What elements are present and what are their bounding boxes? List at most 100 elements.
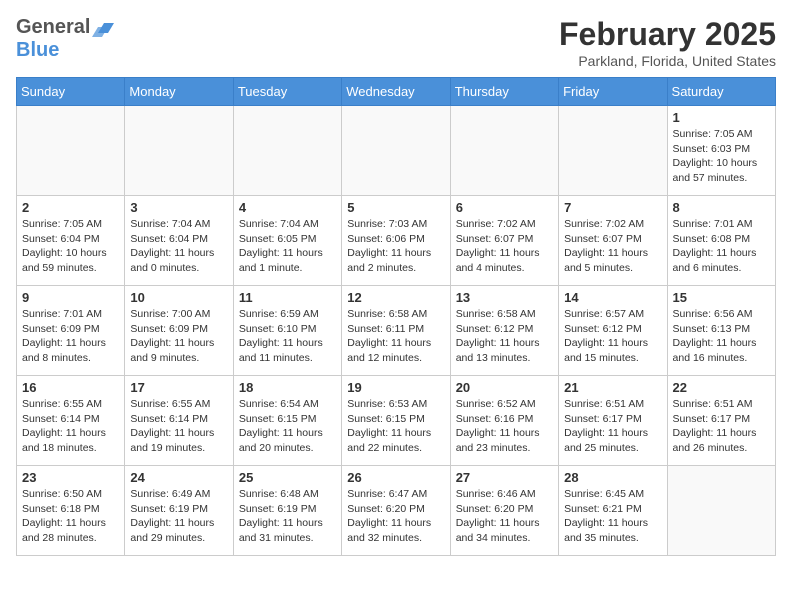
calendar-cell: 13 Sunrise: 6:58 AMSunset: 6:12 PMDayligh… xyxy=(450,286,558,376)
day-info: Sunrise: 6:52 AMSunset: 6:16 PMDaylight:… xyxy=(456,397,553,456)
calendar-cell: 4 Sunrise: 7:04 AMSunset: 6:05 PMDaylight… xyxy=(233,196,341,286)
day-header-monday: Monday xyxy=(125,78,233,106)
day-number: 3 xyxy=(130,200,227,215)
day-number: 24 xyxy=(130,470,227,485)
calendar-cell xyxy=(125,106,233,196)
day-number: 20 xyxy=(456,380,553,395)
logo-general: General xyxy=(16,16,90,39)
calendar-cell: 22 Sunrise: 6:51 AMSunset: 6:17 PMDayligh… xyxy=(667,376,775,466)
day-number: 26 xyxy=(347,470,444,485)
day-info: Sunrise: 6:51 AMSunset: 6:17 PMDaylight:… xyxy=(564,397,661,456)
day-info: Sunrise: 7:00 AMSunset: 6:09 PMDaylight:… xyxy=(130,307,227,366)
day-number: 8 xyxy=(673,200,770,215)
calendar-cell xyxy=(450,106,558,196)
day-number: 25 xyxy=(239,470,336,485)
day-info: Sunrise: 6:51 AMSunset: 6:17 PMDaylight:… xyxy=(673,397,770,456)
calendar-cell: 18 Sunrise: 6:54 AMSunset: 6:15 PMDayligh… xyxy=(233,376,341,466)
day-info: Sunrise: 7:01 AMSunset: 6:09 PMDaylight:… xyxy=(22,307,119,366)
day-number: 2 xyxy=(22,200,119,215)
calendar-header-row: SundayMondayTuesdayWednesdayThursdayFrid… xyxy=(17,78,776,106)
day-info: Sunrise: 6:45 AMSunset: 6:21 PMDaylight:… xyxy=(564,487,661,546)
logo-icon xyxy=(92,15,114,37)
day-info: Sunrise: 6:47 AMSunset: 6:20 PMDaylight:… xyxy=(347,487,444,546)
calendar-cell: 3 Sunrise: 7:04 AMSunset: 6:04 PMDaylight… xyxy=(125,196,233,286)
day-number: 5 xyxy=(347,200,444,215)
calendar-week-5: 23 Sunrise: 6:50 AMSunset: 6:18 PMDayligh… xyxy=(17,466,776,556)
day-number: 1 xyxy=(673,110,770,125)
day-number: 28 xyxy=(564,470,661,485)
day-info: Sunrise: 6:49 AMSunset: 6:19 PMDaylight:… xyxy=(130,487,227,546)
calendar-cell: 28 Sunrise: 6:45 AMSunset: 6:21 PMDayligh… xyxy=(559,466,667,556)
day-number: 13 xyxy=(456,290,553,305)
calendar-week-3: 9 Sunrise: 7:01 AMSunset: 6:09 PMDaylight… xyxy=(17,286,776,376)
day-info: Sunrise: 6:58 AMSunset: 6:12 PMDaylight:… xyxy=(456,307,553,366)
day-number: 27 xyxy=(456,470,553,485)
day-info: Sunrise: 6:50 AMSunset: 6:18 PMDaylight:… xyxy=(22,487,119,546)
day-number: 23 xyxy=(22,470,119,485)
day-info: Sunrise: 7:04 AMSunset: 6:05 PMDaylight:… xyxy=(239,217,336,276)
day-number: 4 xyxy=(239,200,336,215)
calendar-week-1: 1 Sunrise: 7:05 AMSunset: 6:03 PMDaylight… xyxy=(17,106,776,196)
day-number: 19 xyxy=(347,380,444,395)
day-info: Sunrise: 7:04 AMSunset: 6:04 PMDaylight:… xyxy=(130,217,227,276)
day-header-wednesday: Wednesday xyxy=(342,78,450,106)
day-number: 22 xyxy=(673,380,770,395)
calendar-cell: 6Sunrise: 7:02 AMSunset: 6:07 PMDaylight… xyxy=(450,196,558,286)
day-header-tuesday: Tuesday xyxy=(233,78,341,106)
calendar-cell: 17 Sunrise: 6:55 AMSunset: 6:14 PMDayligh… xyxy=(125,376,233,466)
day-info: Sunrise: 6:57 AMSunset: 6:12 PMDaylight:… xyxy=(564,307,661,366)
day-info: Sunrise: 6:48 AMSunset: 6:19 PMDaylight:… xyxy=(239,487,336,546)
calendar-cell: 21 Sunrise: 6:51 AMSunset: 6:17 PMDayligh… xyxy=(559,376,667,466)
calendar-cell xyxy=(559,106,667,196)
day-info: Sunrise: 7:05 AMSunset: 6:03 PMDaylight:… xyxy=(673,127,770,186)
calendar-cell: 8 Sunrise: 7:01 AMSunset: 6:08 PMDaylight… xyxy=(667,196,775,286)
calendar-cell: 11 Sunrise: 6:59 AMSunset: 6:10 PMDayligh… xyxy=(233,286,341,376)
calendar-cell: 15 Sunrise: 6:56 AMSunset: 6:13 PMDayligh… xyxy=(667,286,775,376)
day-number: 15 xyxy=(673,290,770,305)
calendar-cell xyxy=(667,466,775,556)
day-info: Sunrise: 6:56 AMSunset: 6:13 PMDaylight:… xyxy=(673,307,770,366)
calendar-cell: 19 Sunrise: 6:53 AMSunset: 6:15 PMDayligh… xyxy=(342,376,450,466)
day-info: Sunrise: 6:55 AMSunset: 6:14 PMDaylight:… xyxy=(130,397,227,456)
calendar-cell: 16 Sunrise: 6:55 AMSunset: 6:14 PMDayligh… xyxy=(17,376,125,466)
day-number: 17 xyxy=(130,380,227,395)
day-header-saturday: Saturday xyxy=(667,78,775,106)
month-title: February 2025 xyxy=(559,16,776,53)
calendar-week-2: 2Sunrise: 7:05 AMSunset: 6:04 PMDaylight… xyxy=(17,196,776,286)
title-area: February 2025 Parkland, Florida, United … xyxy=(559,16,776,69)
calendar-cell: 2Sunrise: 7:05 AMSunset: 6:04 PMDaylight… xyxy=(17,196,125,286)
calendar-cell: 14 Sunrise: 6:57 AMSunset: 6:12 PMDayligh… xyxy=(559,286,667,376)
calendar-cell: 10Sunrise: 7:00 AMSunset: 6:09 PMDayligh… xyxy=(125,286,233,376)
calendar-cell: 24 Sunrise: 6:49 AMSunset: 6:19 PMDayligh… xyxy=(125,466,233,556)
calendar-cell xyxy=(233,106,341,196)
day-number: 9 xyxy=(22,290,119,305)
calendar-week-4: 16 Sunrise: 6:55 AMSunset: 6:14 PMDayligh… xyxy=(17,376,776,466)
calendar-cell: 5Sunrise: 7:03 AMSunset: 6:06 PMDaylight… xyxy=(342,196,450,286)
calendar-cell: 23 Sunrise: 6:50 AMSunset: 6:18 PMDayligh… xyxy=(17,466,125,556)
logo: General Blue xyxy=(16,16,114,62)
day-number: 16 xyxy=(22,380,119,395)
day-number: 21 xyxy=(564,380,661,395)
day-number: 11 xyxy=(239,290,336,305)
day-info: Sunrise: 6:55 AMSunset: 6:14 PMDaylight:… xyxy=(22,397,119,456)
calendar-cell: 7Sunrise: 7:02 AMSunset: 6:07 PMDaylight… xyxy=(559,196,667,286)
day-info: Sunrise: 6:54 AMSunset: 6:15 PMDaylight:… xyxy=(239,397,336,456)
day-number: 6 xyxy=(456,200,553,215)
day-info: Sunrise: 6:59 AMSunset: 6:10 PMDaylight:… xyxy=(239,307,336,366)
calendar-cell: 1 Sunrise: 7:05 AMSunset: 6:03 PMDaylight… xyxy=(667,106,775,196)
day-number: 18 xyxy=(239,380,336,395)
day-info: Sunrise: 6:46 AMSunset: 6:20 PMDaylight:… xyxy=(456,487,553,546)
page-header: General Blue February 2025 Parkland, Flo… xyxy=(16,16,776,69)
calendar: SundayMondayTuesdayWednesdayThursdayFrid… xyxy=(16,77,776,556)
calendar-cell: 27 Sunrise: 6:46 AMSunset: 6:20 PMDayligh… xyxy=(450,466,558,556)
calendar-cell: 25 Sunrise: 6:48 AMSunset: 6:19 PMDayligh… xyxy=(233,466,341,556)
day-number: 12 xyxy=(347,290,444,305)
day-info: Sunrise: 7:01 AMSunset: 6:08 PMDaylight:… xyxy=(673,217,770,276)
location: Parkland, Florida, United States xyxy=(559,53,776,69)
day-header-friday: Friday xyxy=(559,78,667,106)
logo-blue: Blue xyxy=(16,39,59,61)
calendar-cell: 20 Sunrise: 6:52 AMSunset: 6:16 PMDayligh… xyxy=(450,376,558,466)
calendar-cell: 9 Sunrise: 7:01 AMSunset: 6:09 PMDaylight… xyxy=(17,286,125,376)
day-number: 14 xyxy=(564,290,661,305)
day-info: Sunrise: 6:53 AMSunset: 6:15 PMDaylight:… xyxy=(347,397,444,456)
